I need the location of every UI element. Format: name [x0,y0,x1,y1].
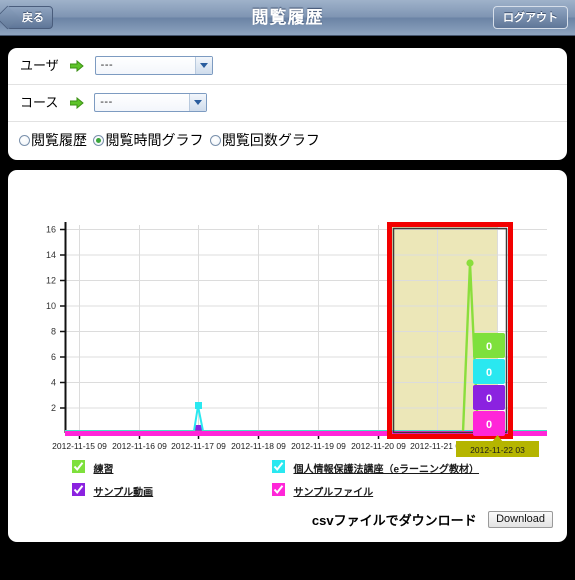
user-filter-row: ユーザ --- [8,48,567,85]
download-button[interactable]: Download [488,511,553,528]
radio-dot-icon [19,134,30,146]
legend-label-privacy-course: 個人情報保護法講座（eラーニング教材） [293,464,480,476]
y-tick-label: 8 [51,327,56,337]
chart-svg[interactable]: 16 14 12 10 8 6 4 2 0 0 0 0 2012-11-15 0… [8,170,567,460]
y-axis-tick-labels: 16 14 12 10 8 6 4 2 [46,225,56,414]
page-title: 閲覧履歴 [251,8,324,27]
legend-item-sample-file[interactable]: サンプルファイル [272,482,373,500]
y-axis-ticks [60,228,65,409]
y-tick-label: 10 [46,301,56,311]
tooltip-value-sample-file: 0 [486,419,492,431]
course-filter-row: コース --- [8,85,567,122]
series-marker-practice [466,259,474,267]
checkmark-icon[interactable] [72,460,85,474]
user-select-value: --- [100,58,114,71]
chevron-down-icon[interactable] [194,56,212,74]
x-tick-label: 2012-11-17 09 [171,441,226,451]
app-header: 戻る 閲覧履歴 ログアウト [0,0,575,36]
y-tick-label: 16 [46,225,56,235]
x-tick-label: 2012-11-15 09 [52,441,107,451]
chart-legend: 練習 個人情報保護法講座（eラーニング教材） サンプル動画 サンプルファイル [64,459,544,505]
radio-dot-icon [209,134,221,146]
course-select-value: --- [100,95,113,108]
tooltip-value-practice: 0 [486,341,492,353]
checkmark-icon[interactable] [272,483,285,497]
view-mode-radio-group: 閲覧履歴 閲覧時間グラフ 閲覧回数グラフ [8,122,567,158]
legend-item-privacy-course[interactable]: 個人情報保護法講座（eラーニング教材） [272,459,479,477]
checkmark-icon[interactable] [72,483,85,497]
x-tick-label: 2012-11-19 09 [291,441,346,451]
radio-time-graph[interactable]: 閲覧時間グラフ [93,122,203,158]
user-select[interactable]: --- [94,55,213,75]
radio-count-graph-label: 閲覧回数グラフ [221,132,320,148]
chart-panel: 16 14 12 10 8 6 4 2 0 0 0 0 2012-11-15 0… [8,170,567,542]
csv-download-row: csvファイルでダウンロード Download [312,510,553,529]
course-label: コース [20,95,59,110]
course-select[interactable]: --- [94,92,208,112]
green-arrow-icon [69,59,84,73]
y-tick-label: 6 [51,352,56,362]
chevron-down-icon[interactable] [189,93,207,111]
y-tick-label: 12 [46,276,56,286]
series-marker-privacy-course [195,402,202,409]
legend-label-practice: 練習 [93,464,114,476]
x-tick-label: 2012-11-20 09 [351,441,406,451]
radio-time-graph-label: 閲覧時間グラフ [105,132,204,148]
x-axis-tick-labels: 2012-11-15 09 2012-11-16 09 2012-11-17 0… [52,441,465,451]
logout-button[interactable]: ログアウト [493,6,568,29]
radio-count-graph[interactable]: 閲覧回数グラフ [209,122,320,158]
tooltip-value-privacy-course: 0 [486,367,492,379]
legend-item-sample-movie[interactable]: サンプル動画 [72,482,153,500]
radio-dot-icon [93,134,105,146]
tooltip-value-sample-movie: 0 [486,393,492,405]
checkmark-icon[interactable] [272,460,285,474]
filter-panel: ユーザ --- コース --- 閲覧履歴 閲覧時間グラフ 閲覧回数グラフ [8,48,567,160]
radio-history-label: 閲覧履歴 [31,132,87,148]
legend-label-sample-movie: サンプル動画 [93,487,154,499]
x-tick-label: 2012-11-16 09 [112,441,167,451]
legend-row: サンプル動画 サンプルファイル [64,482,544,505]
radio-history[interactable]: 閲覧履歴 [19,122,87,158]
y-tick-label: 2 [51,403,56,413]
legend-item-practice[interactable]: 練習 [72,459,113,477]
csv-download-label: csvファイルでダウンロード [311,513,477,528]
green-arrow-icon [69,96,84,110]
y-tick-label: 14 [46,250,56,260]
user-label: ユーザ [20,58,59,73]
legend-label-sample-file: サンプルファイル [293,487,374,499]
legend-row: 練習 個人情報保護法講座（eラーニング教材） [64,459,544,482]
x-tick-label: 2012-11-18 09 [231,441,286,451]
y-tick-label: 4 [51,378,56,388]
tooltip-date-label: 2012-11-22 03 [470,445,525,455]
